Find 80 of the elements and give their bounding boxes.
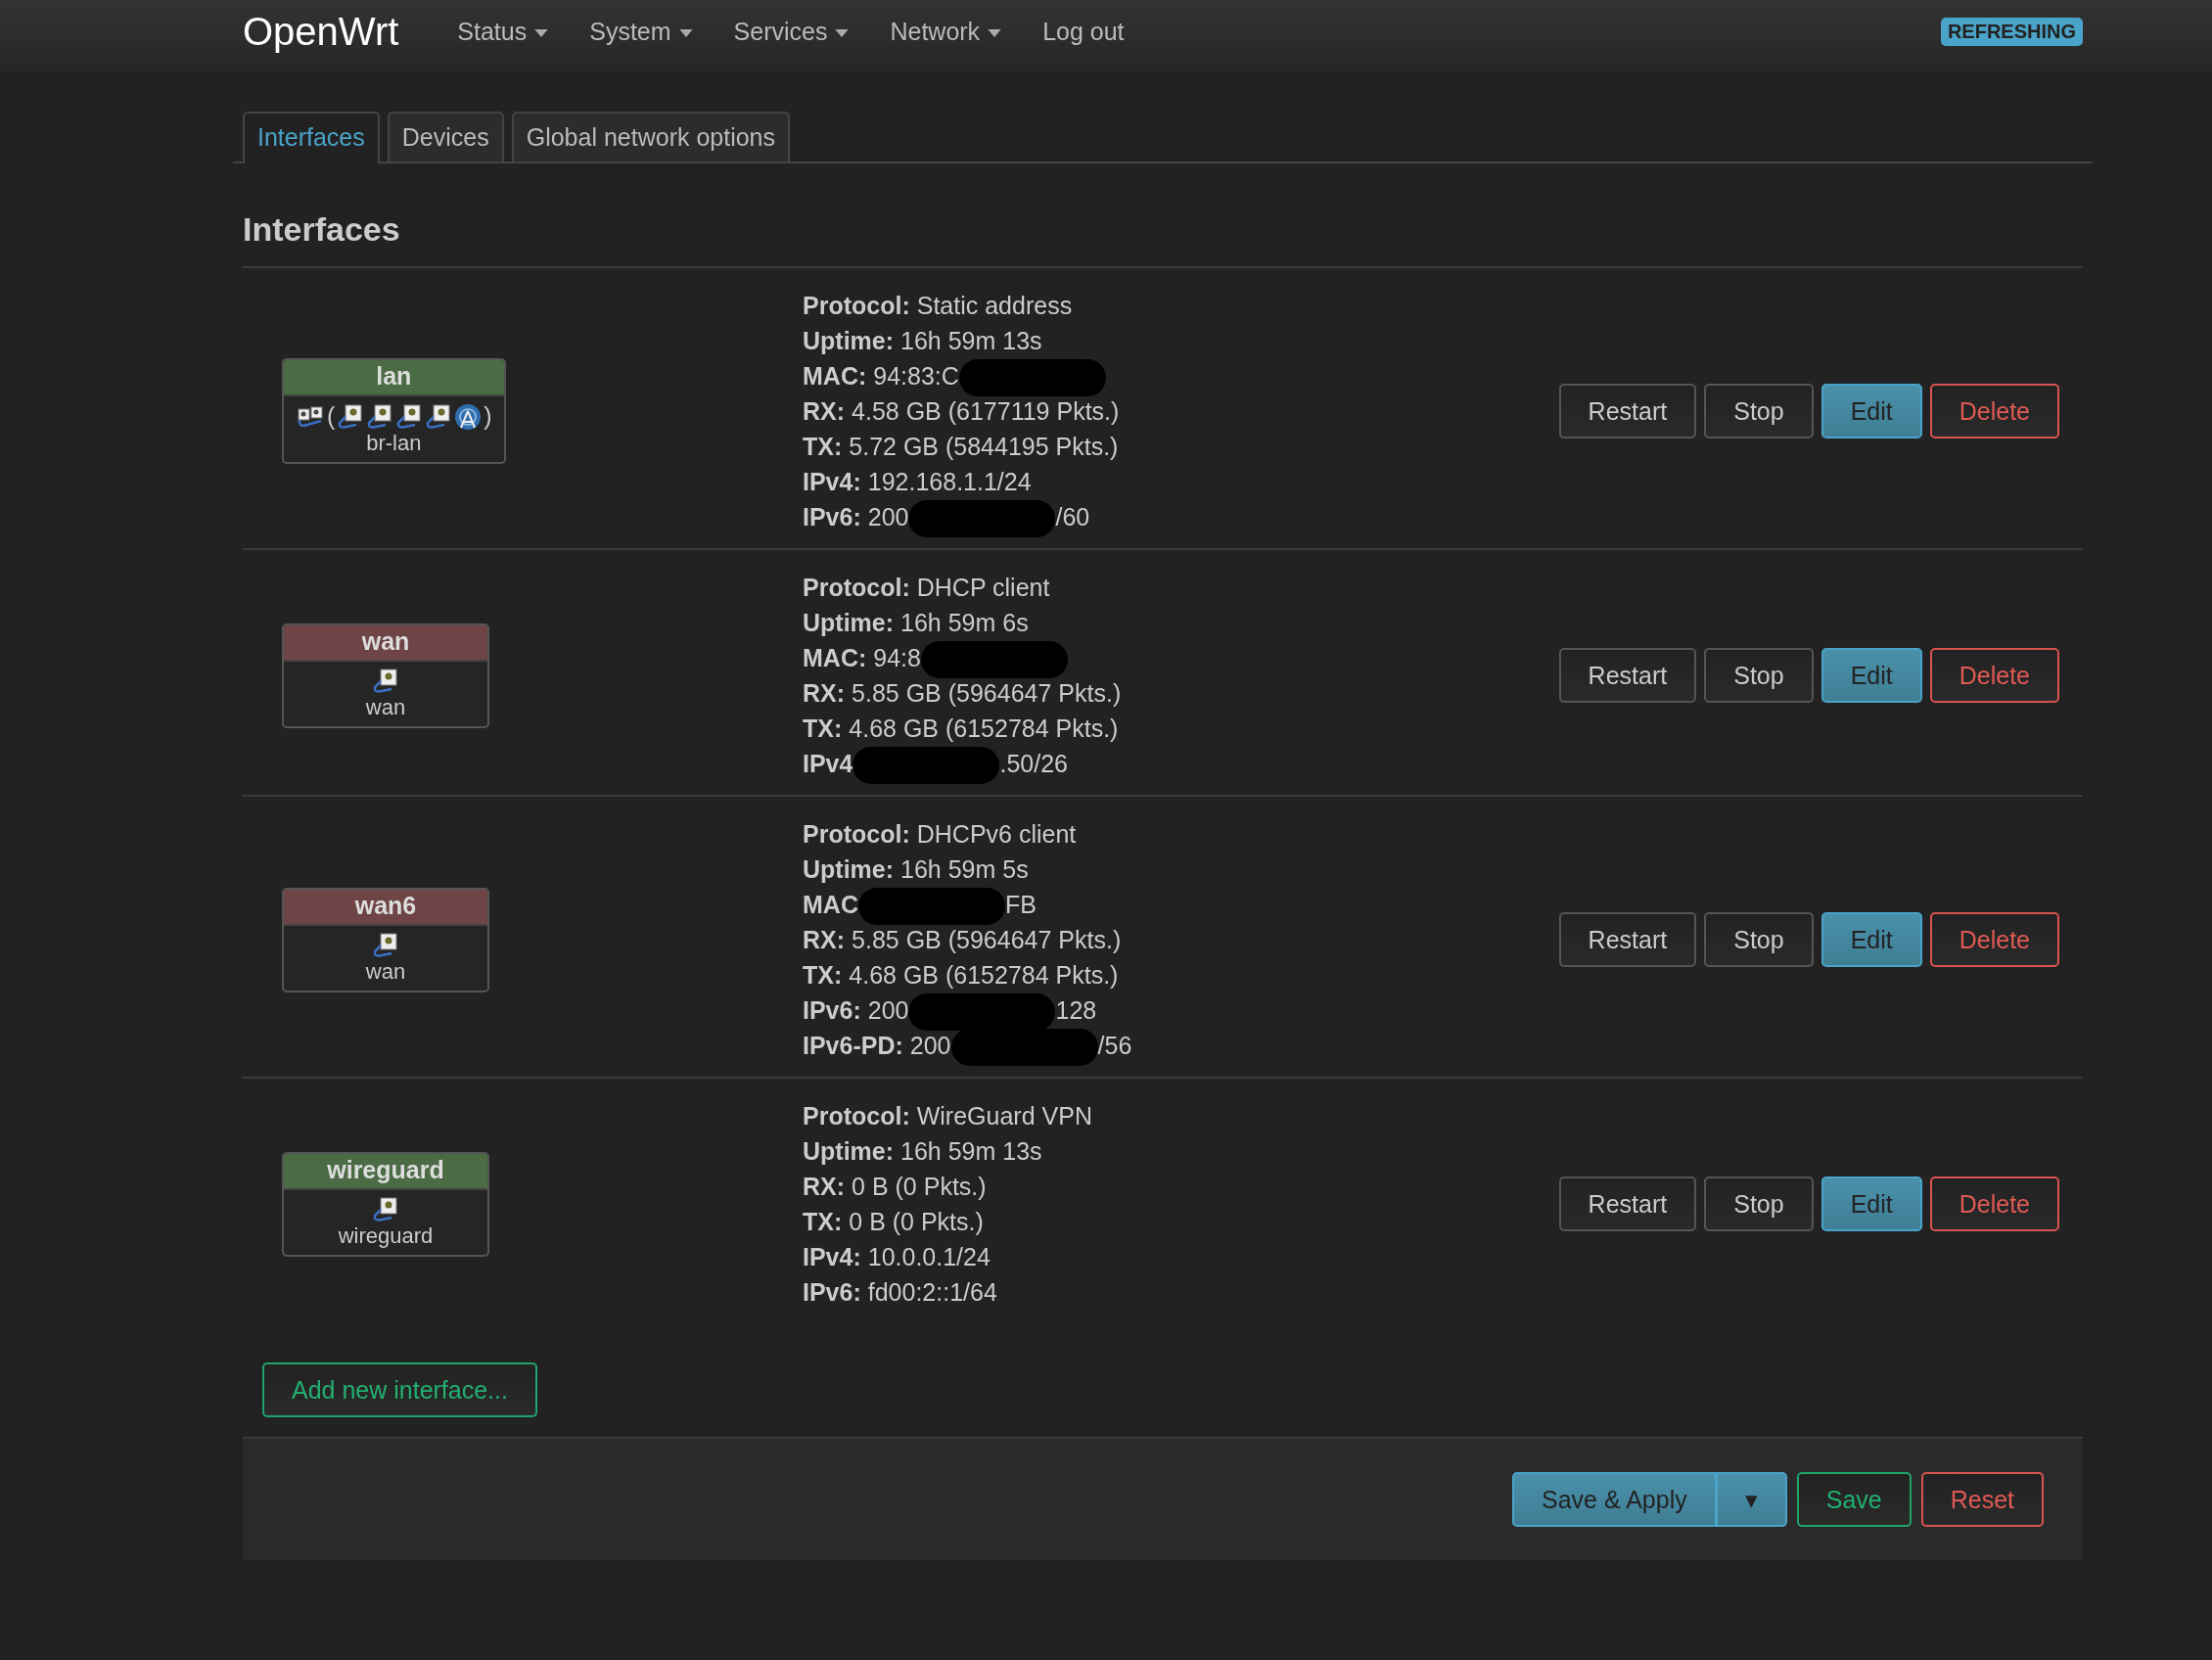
interface-detail: IPv6: fd00:2::1/64	[803, 1277, 998, 1308]
interface-name: wan6	[284, 889, 487, 926]
network-port-icon	[395, 402, 424, 431]
device-name: br-lan	[366, 431, 422, 456]
network-port-icon	[337, 402, 365, 431]
nav-menu-item[interactable]: Log out	[1042, 17, 1125, 46]
action-button[interactable]: Delete	[1929, 648, 2059, 703]
action-button[interactable]: Edit	[1820, 1176, 1922, 1231]
interface-detail: RX: 0 B (0 Pkts.)	[803, 1172, 988, 1202]
tab[interactable]: Devices	[387, 112, 504, 161]
action-button[interactable]: Edit	[1820, 384, 1922, 438]
tab[interactable]: Interfaces	[243, 112, 380, 163]
action-button[interactable]: Edit	[1820, 912, 1922, 967]
interface-detail: Uptime: 16h 59m 6s	[803, 608, 1030, 638]
action-button[interactable]: Stop	[1704, 912, 1814, 967]
interface-detail: IPv4 .50/26	[803, 746, 1559, 781]
interface-detail: Protocol: DHCP client	[803, 573, 1051, 603]
interface-detail: RX: 5.85 GB (5964647 Pkts.)	[803, 925, 1123, 955]
interface-detail: MAC: 94:8	[803, 640, 1559, 675]
interface-detail: RX: 4.58 GB (6177119 Pkts.)	[803, 396, 1121, 427]
tab[interactable]: Global network options	[511, 112, 790, 161]
nav-menu-item[interactable]: System	[589, 17, 693, 46]
caret-icon	[534, 29, 549, 37]
action-button[interactable]: Stop	[1704, 1176, 1814, 1231]
caret-icon	[988, 29, 1002, 37]
footer-button[interactable]: Reset	[1920, 1472, 2044, 1527]
network-port-icon	[372, 1195, 399, 1223]
interface-detail: Uptime: 16h 59m 5s	[803, 854, 1030, 885]
dropdown-toggle[interactable]: ▾	[1716, 1472, 1787, 1527]
wireless-icon	[454, 402, 483, 431]
interface-detail: MAC: 94:83:C	[803, 358, 1559, 393]
action-button[interactable]: Restart	[1558, 384, 1697, 438]
interface-detail: MAC FB	[803, 887, 1559, 922]
footer-button[interactable]: Save	[1796, 1472, 1912, 1527]
action-button[interactable]: Delete	[1929, 912, 2059, 967]
add-interface-button[interactable]: Add new interface...	[262, 1362, 537, 1417]
action-button[interactable]: Restart	[1558, 648, 1697, 703]
interface-detail: Protocol: Static address	[803, 291, 1074, 321]
interface-detail: TX: 4.68 GB (6152784 Pkts.)	[803, 960, 1120, 991]
nav-menu-item[interactable]: Services	[733, 17, 850, 46]
bracket-text: )	[484, 402, 492, 431]
device-name: wireguard	[338, 1222, 434, 1249]
interface-detail: IPv4: 192.168.1.1/24	[803, 467, 1033, 497]
save-apply-button[interactable]: Save & Apply	[1512, 1472, 1717, 1527]
action-button[interactable]: Edit	[1820, 648, 1922, 703]
interface-detail: TX: 0 B (0 Pkts.)	[803, 1207, 985, 1237]
action-button[interactable]: Stop	[1704, 648, 1814, 703]
interface-detail: Protocol: DHCPv6 client	[803, 819, 1078, 850]
bracket-text: (	[327, 402, 336, 431]
interface-name: wan	[284, 624, 487, 662]
interface-detail: IPv4: 10.0.0.1/24	[803, 1242, 991, 1272]
interface-detail: TX: 5.72 GB (5844195 Pkts.)	[803, 432, 1120, 462]
network-port-icon	[366, 402, 394, 431]
interface-detail: RX: 5.85 GB (5964647 Pkts.)	[803, 678, 1123, 709]
action-button[interactable]: Restart	[1558, 912, 1697, 967]
nav-menu-item[interactable]: Status	[457, 17, 549, 46]
brand-logo[interactable]: OpenWrt	[243, 9, 399, 54]
interface-name: lan	[284, 360, 504, 396]
action-button[interactable]: Delete	[1929, 1176, 2059, 1231]
network-port-icon	[372, 931, 399, 959]
action-button[interactable]: Delete	[1929, 384, 2059, 438]
device-name: wan	[365, 694, 406, 720]
interface-name: wireguard	[284, 1153, 487, 1190]
interface-detail: TX: 4.68 GB (6152784 Pkts.)	[803, 714, 1120, 744]
interface-detail: Uptime: 16h 59m 13s	[803, 1136, 1043, 1167]
caret-icon	[678, 29, 693, 37]
nav-menu-item[interactable]: Network	[890, 17, 1002, 46]
interface-detail: IPv6-PD: 200 /56	[803, 1028, 1559, 1063]
interface-detail: IPv6: 200 /60	[803, 499, 1559, 534]
action-button[interactable]: Restart	[1558, 1176, 1697, 1231]
caret-icon	[835, 29, 850, 37]
network-port-icon	[425, 402, 453, 431]
refreshing-badge: REFRESHING	[1940, 17, 2083, 46]
section-heading: Interfaces	[243, 210, 2083, 268]
interface-detail: Uptime: 16h 59m 13s	[803, 326, 1043, 356]
device-name: wan	[365, 958, 406, 985]
action-button[interactable]: Stop	[1704, 384, 1814, 438]
interface-detail: IPv6: 200 128	[803, 992, 1559, 1028]
interface-detail: Protocol: WireGuard VPN	[803, 1101, 1093, 1131]
network-port-icon	[372, 667, 399, 695]
